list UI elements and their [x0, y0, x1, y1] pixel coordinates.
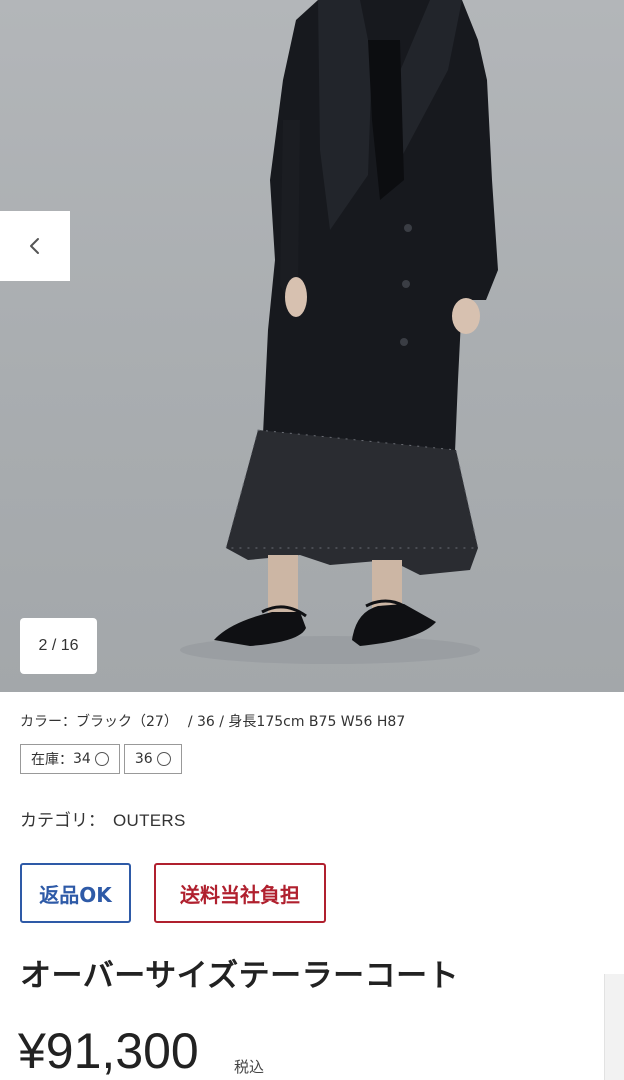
- tax-label: 税込: [234, 1058, 265, 1076]
- previous-image-button[interactable]: [0, 211, 70, 281]
- free-shipping-badge: 送料当社負担: [154, 863, 326, 923]
- category-value[interactable]: OUTERS: [113, 811, 186, 830]
- in-stock-circle-icon: [94, 752, 109, 766]
- side-tab[interactable]: [604, 974, 624, 1080]
- product-image-gallery[interactable]: 2 / 16: [0, 0, 624, 692]
- model-info: カラー：ブラック（27） / 36 / 身長175cm B75 W56 H87: [20, 711, 610, 731]
- stock-size-36[interactable]: 36: [123, 744, 182, 774]
- in-stock-circle-icon: [156, 752, 171, 766]
- category-label: カテゴリ：: [20, 811, 105, 831]
- size-info: / 36 / 身長175cm B75 W56 H87: [187, 714, 406, 730]
- stock-size-value: 34: [73, 751, 91, 767]
- image-counter: 2 / 16: [20, 618, 97, 674]
- return-ok-badge: 返品OK: [20, 863, 131, 923]
- chevron-left-icon: [30, 238, 39, 254]
- stock-size-value: 36: [134, 751, 153, 767]
- stock-label: 在庫：: [31, 752, 73, 768]
- stock-size-34[interactable]: 在庫： 34: [20, 744, 120, 774]
- stock-row: 在庫： 34 36: [20, 744, 186, 774]
- product-photo: [180, 0, 498, 664]
- category-row: カテゴリ： OUTERS: [20, 806, 186, 831]
- color-info: カラー：ブラック（27）: [20, 714, 178, 730]
- product-title: オーバーサイズテーラーコート: [20, 958, 460, 994]
- product-price: ¥91,300: [18, 1023, 199, 1079]
